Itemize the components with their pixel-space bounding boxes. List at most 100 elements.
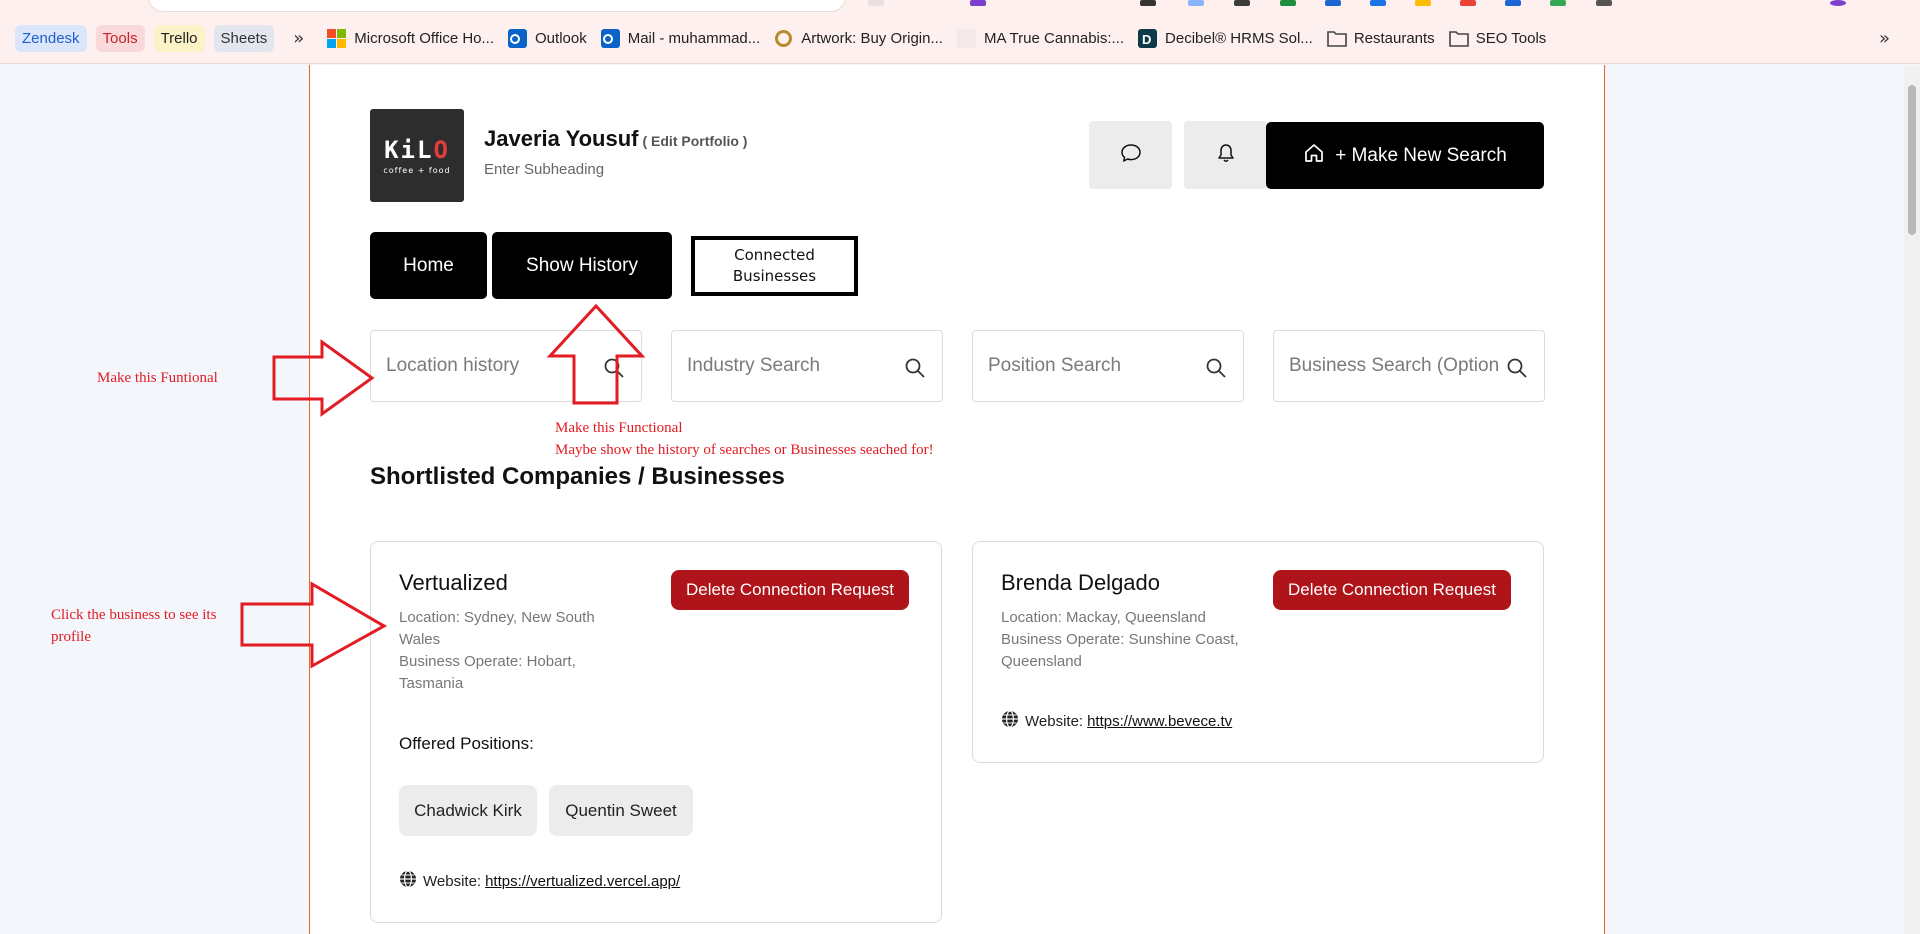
make-new-search-label: + Make New Search	[1335, 144, 1507, 166]
bookmark-chip-zendesk[interactable]: Zendesk	[15, 25, 87, 52]
svg-text:D: D	[1142, 32, 1151, 47]
bookmarks-overflow-icon[interactable]: »	[1869, 28, 1900, 49]
profile-subheading[interactable]: Enter Subheading	[484, 161, 604, 178]
scrollbar-thumb[interactable]	[1908, 85, 1916, 235]
chat-bubble-icon	[1120, 142, 1142, 168]
bookmark-artwork[interactable]: Artwork: Buy Origin...	[767, 24, 950, 54]
location-history-search[interactable]	[370, 330, 642, 402]
business-operate-area: Business Operate: Sunshine Coast, Queens…	[1001, 631, 1239, 670]
messages-button[interactable]	[1089, 121, 1172, 189]
shortlisted-section-title: Shortlisted Companies / Businesses	[370, 463, 785, 490]
folder-icon	[1327, 29, 1347, 48]
bookmark-label: Artwork: Buy Origin...	[801, 30, 943, 47]
bookmark-microsoft-office[interactable]: Microsoft Office Ho...	[320, 24, 501, 54]
business-website: Website: https://www.bevece.tv	[1001, 710, 1232, 732]
logo-wordmark: KiLO	[384, 136, 450, 164]
position-chip[interactable]: Quentin Sweet	[549, 785, 693, 836]
bookmark-chip-trello[interactable]: Trello	[153, 25, 205, 52]
business-card-details: Location: Sydney, New South Wales Busine…	[399, 607, 619, 695]
position-chip[interactable]: Chadwick Kirk	[399, 785, 537, 836]
extension-icon[interactable]	[1234, 0, 1250, 6]
website-label: Website:	[1025, 712, 1084, 730]
search-icon[interactable]	[1205, 357, 1227, 383]
extension-icon[interactable]	[1460, 0, 1476, 6]
annotation-note-history-line1: Make this Functional	[555, 420, 683, 436]
search-icon[interactable]	[603, 357, 625, 383]
folder-icon	[1448, 29, 1469, 48]
extension-icon[interactable]	[1415, 0, 1431, 6]
bookmark-ma-true-cannabis[interactable]: MA True Cannabis:...	[950, 24, 1131, 54]
bookmark-label: SEO Tools	[1475, 30, 1547, 47]
extension-icon[interactable]	[1325, 0, 1341, 6]
annotation-note-location: Make this Funtional	[97, 370, 218, 386]
bookmark-label: Microsoft Office Ho...	[354, 30, 495, 47]
bookmark-chip-tools[interactable]: Tools	[95, 25, 145, 52]
extension-icon[interactable]	[970, 0, 986, 6]
extension-icon[interactable]	[868, 0, 884, 6]
business-search[interactable]	[1273, 330, 1545, 402]
business-card-title[interactable]: Vertualized	[399, 570, 508, 596]
extension-icon[interactable]	[1596, 0, 1612, 6]
tab-show-history[interactable]: Show History	[492, 232, 672, 299]
bookmark-decibel-hrms[interactable]: D Decibel® HRMS Sol...	[1131, 24, 1320, 54]
business-website: Website: https://vertualized.vercel.app/	[399, 870, 680, 892]
page-scrollbar[interactable]	[1904, 65, 1920, 934]
bookmark-mail[interactable]: Mail - muhammad...	[594, 24, 768, 54]
globe-icon	[399, 870, 423, 892]
mail-icon	[600, 29, 620, 48]
bookmark-folder-restaurants[interactable]: Restaurants	[1320, 24, 1442, 54]
artwork-icon	[774, 29, 793, 48]
business-operate-area: Business Operate: Hobart, Tasmania	[399, 653, 576, 692]
annotation-note-history: Make this Functional Maybe show the hist…	[555, 417, 934, 461]
search-icon[interactable]	[1506, 357, 1528, 383]
extension-icon[interactable]	[1505, 0, 1521, 6]
bookmark-label: Decibel® HRMS Sol...	[1165, 30, 1313, 47]
notifications-button[interactable]	[1184, 121, 1267, 189]
cannabis-icon	[956, 29, 976, 48]
offered-positions-label: Offered Positions:	[399, 734, 534, 753]
browser-tabstrip	[0, 0, 1920, 14]
edit-portfolio-link[interactable]: ( Edit Portfolio )	[642, 133, 747, 149]
delete-connection-request-button[interactable]: Delete Connection Request	[671, 570, 909, 610]
industry-search[interactable]	[671, 330, 943, 402]
position-search[interactable]	[972, 330, 1244, 402]
tab-home[interactable]: Home	[370, 232, 487, 299]
bookmark-group-overflow-icon[interactable]: »	[283, 28, 314, 49]
business-logo: KiLO coffee + food	[370, 109, 464, 202]
business-search-input[interactable]	[1289, 355, 1499, 377]
website-link[interactable]: https://vertualized.vercel.app/	[485, 873, 680, 890]
bookmarks-bar: Zendesk Tools Trello Sheets » Microsoft …	[0, 14, 1920, 64]
business-card-title[interactable]: Brenda Delgado	[1001, 570, 1160, 596]
profile-name: Javeria Yousuf( Edit Portfolio )	[484, 126, 748, 151]
bell-icon	[1215, 142, 1237, 168]
business-card[interactable]: Vertualized Location: Sydney, New South …	[370, 541, 942, 923]
globe-icon	[1001, 710, 1025, 732]
extension-icon[interactable]	[1188, 0, 1204, 6]
bookmark-label: Outlook	[535, 30, 587, 47]
industry-search-input[interactable]	[687, 355, 897, 377]
address-bar[interactable]	[148, 0, 846, 12]
logo-tagline: coffee + food	[383, 166, 451, 175]
bookmark-outlook[interactable]: Outlook	[501, 24, 594, 54]
delete-connection-request-button[interactable]: Delete Connection Request	[1273, 570, 1511, 610]
business-card[interactable]: Brenda Delgado Location: Mackay, Queensl…	[972, 541, 1544, 763]
bookmark-folder-seo-tools[interactable]: SEO Tools	[1442, 24, 1554, 54]
home-icon	[1303, 142, 1335, 170]
position-search-input[interactable]	[988, 355, 1198, 377]
bookmark-chip-sheets[interactable]: Sheets	[213, 25, 275, 52]
website-label: Website:	[423, 872, 482, 890]
annotation-note-card: Click the business to see its profile	[51, 607, 217, 645]
website-link[interactable]: https://www.bevece.tv	[1087, 713, 1232, 730]
profile-avatar-icon[interactable]	[1830, 0, 1846, 6]
extension-icon[interactable]	[1280, 0, 1296, 6]
search-icon[interactable]	[904, 357, 926, 383]
make-new-search-button[interactable]: + Make New Search	[1266, 122, 1544, 189]
location-history-input[interactable]	[386, 355, 596, 377]
bookmark-label: MA True Cannabis:...	[983, 30, 1125, 47]
extension-icon[interactable]	[1140, 0, 1156, 6]
extension-icon[interactable]	[1370, 0, 1386, 6]
tab-connected-businesses[interactable]: Connected Businesses	[691, 236, 858, 296]
extension-icon[interactable]	[1550, 0, 1566, 6]
outlook-icon	[508, 29, 528, 48]
microsoft-icon	[327, 29, 347, 48]
